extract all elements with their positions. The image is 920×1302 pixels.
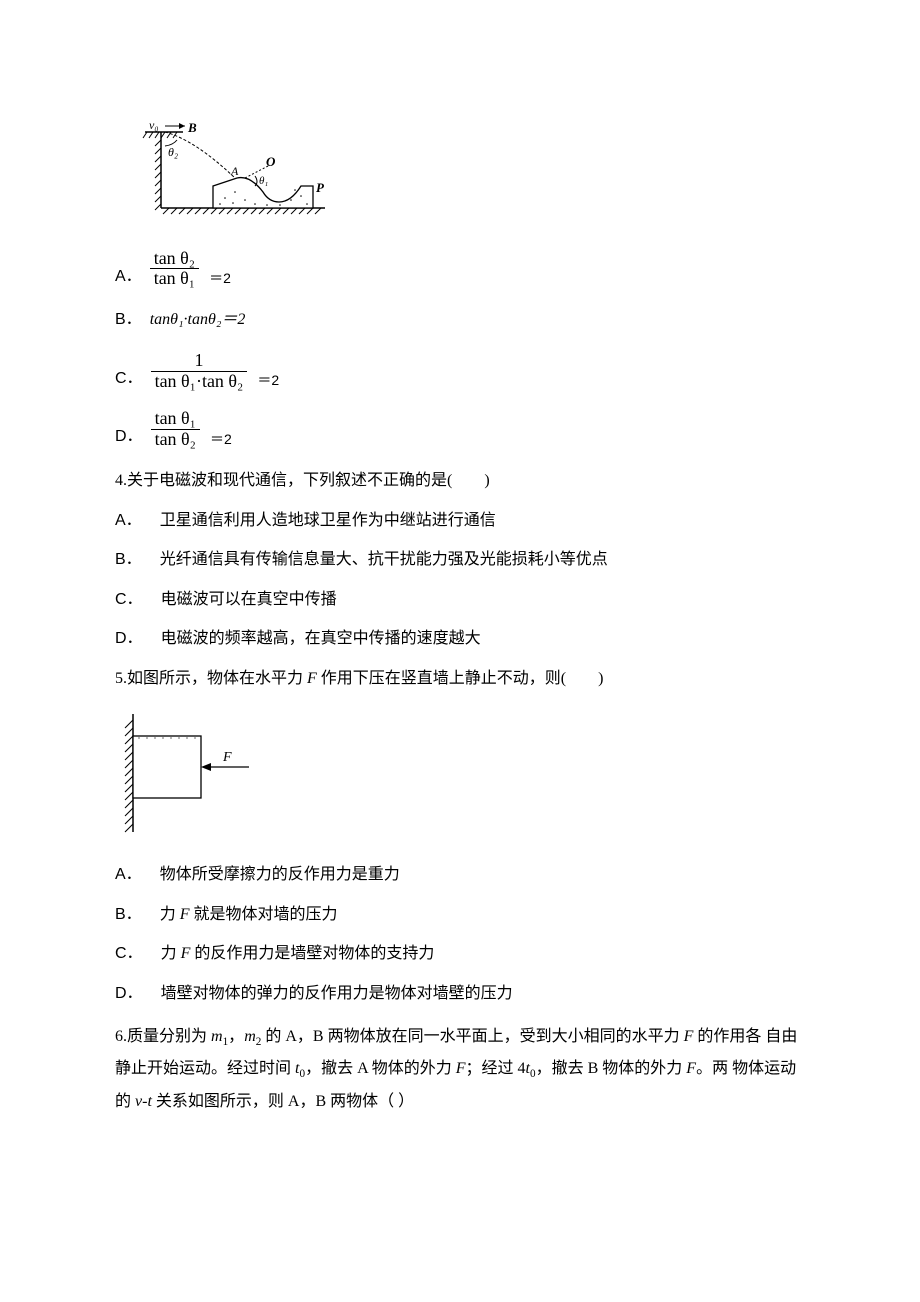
numerator: 1 bbox=[190, 351, 207, 371]
prefix: 力 bbox=[160, 906, 180, 923]
option-label: D． bbox=[115, 981, 143, 1007]
option-label: C． bbox=[115, 941, 143, 967]
denominator: tan θ₂ bbox=[151, 429, 200, 450]
fraction: tan θ₂ tan θ₁ bbox=[150, 249, 199, 290]
numerator: tan θ₁ bbox=[151, 409, 200, 429]
var-F: F bbox=[307, 670, 317, 687]
t: 6.质量分别为 bbox=[115, 1028, 211, 1045]
q4-option-c: C． 电磁波可以在真空中传播 bbox=[115, 587, 805, 613]
fig1-P-label: P bbox=[316, 180, 325, 195]
option-text: 电磁波可以在真空中传播 bbox=[161, 587, 337, 613]
t: ；经过 4 bbox=[466, 1060, 526, 1077]
option-label: D． bbox=[115, 626, 143, 652]
option-text: 物体所受摩擦力的反作用力是重力 bbox=[160, 862, 400, 888]
t: 的作用各 bbox=[693, 1028, 761, 1045]
page-content: v₀ B bbox=[0, 0, 920, 1212]
t: ，撤去 A 物体的外力 bbox=[305, 1060, 456, 1077]
t: ， bbox=[228, 1028, 244, 1045]
q5-option-d: D． 墙壁对物体的弹力的反作用力是物体对墙壁的压力 bbox=[115, 981, 805, 1007]
option-text: tanθ₁·tanθ₂＝2 bbox=[150, 307, 246, 333]
q3-option-b: B． tanθ₁·tanθ₂＝2 bbox=[115, 307, 805, 333]
option-label: B． bbox=[115, 307, 142, 333]
fig1-v0-label: v₀ bbox=[149, 120, 159, 132]
option-label: A． bbox=[115, 508, 142, 534]
var-m1: m bbox=[211, 1028, 223, 1045]
option-text: 光纤通信具有传输信息量大、抗干扰能力强及光能损耗小等优点 bbox=[160, 547, 608, 573]
t: 的 A，B 两物体放在同一水平面上，受到大小相同的水平力 bbox=[261, 1028, 683, 1045]
fig1-theta1-label: θ₁ bbox=[259, 175, 268, 187]
option-text: 力 F 的反作用力是墙壁对物体的支持力 bbox=[161, 941, 435, 967]
numerator: tan θ₂ bbox=[150, 249, 199, 269]
q3-option-c: C． 1 tan θ₁·tan θ₂ ＝2 bbox=[115, 351, 805, 392]
option-text: 墙壁对物体的弹力的反作用力是物体对墙壁的压力 bbox=[161, 981, 513, 1007]
denominator: tan θ₁ bbox=[150, 268, 199, 289]
stem-prefix: 5.如图所示，物体在水平力 bbox=[115, 670, 307, 687]
var-F: F bbox=[686, 1060, 696, 1077]
q5-stem: 5.如图所示，物体在水平力 F 作用下压在竖直墙上静止不动，则( ) bbox=[115, 666, 805, 692]
stem-suffix: 作用下压在竖直墙上静止不动，则( ) bbox=[317, 670, 604, 687]
t: 。两 bbox=[696, 1060, 728, 1077]
fig2-F-label: F bbox=[222, 750, 232, 765]
fraction: tan θ₁ tan θ₂ bbox=[151, 409, 200, 450]
t: ，撤去 B 物体的外力 bbox=[536, 1060, 687, 1077]
fig1-theta2-label: θ₂ bbox=[168, 145, 178, 159]
var-F: F bbox=[684, 1028, 694, 1045]
q6-stem: 6.质量分别为 m1，m2 的 A，B 两物体放在同一水平面上，受到大小相同的水… bbox=[115, 1021, 805, 1118]
option-label: C． bbox=[115, 587, 143, 613]
option-text: 力 F 就是物体对墙的压力 bbox=[160, 902, 338, 928]
denominator: tan θ₁·tan θ₂ bbox=[151, 371, 248, 392]
q4-option-b: B． 光纤通信具有传输信息量大、抗干扰能力强及光能损耗小等优点 bbox=[115, 547, 805, 573]
t: 关系如图所示，则 A，B 两物体（ ） bbox=[152, 1093, 414, 1110]
var-F: F bbox=[181, 945, 191, 962]
eq-suffix: ＝2 bbox=[257, 369, 279, 391]
option-label: B． bbox=[115, 547, 142, 573]
var-F: F bbox=[456, 1060, 466, 1077]
eq-suffix: ＝2 bbox=[210, 428, 232, 450]
q5-figure: F bbox=[119, 708, 805, 847]
option-label: A． bbox=[115, 862, 142, 888]
option-label: B． bbox=[115, 902, 142, 928]
eq-suffix: ＝2 bbox=[209, 267, 231, 289]
fig1-B-label: B bbox=[187, 120, 197, 135]
suffix: 的反作用力是墙壁对物体的支持力 bbox=[190, 945, 434, 962]
q5-option-b: B． 力 F 就是物体对墙的压力 bbox=[115, 902, 805, 928]
q3-figure: v₀ B bbox=[135, 120, 805, 229]
var-m2: m bbox=[244, 1028, 256, 1045]
fraction: 1 tan θ₁·tan θ₂ bbox=[151, 351, 248, 392]
q4-stem: 4.关于电磁波和现代通信，下列叙述不正确的是( ) bbox=[115, 468, 805, 494]
suffix: 就是物体对墙的压力 bbox=[189, 906, 337, 923]
option-text: 卫星通信利用人造地球卫星作为中继站进行通信 bbox=[160, 508, 496, 534]
option-label: A． bbox=[115, 264, 142, 290]
fig1-A-label: A bbox=[230, 164, 239, 178]
q5-option-a: A． 物体所受摩擦力的反作用力是重力 bbox=[115, 862, 805, 888]
option-text: 电磁波的频率越高，在真空中传播的速度越大 bbox=[161, 626, 481, 652]
q4-option-a: A． 卫星通信利用人造地球卫星作为中继站进行通信 bbox=[115, 508, 805, 534]
prefix: 力 bbox=[161, 945, 181, 962]
q4-option-d: D． 电磁波的频率越高，在真空中传播的速度越大 bbox=[115, 626, 805, 652]
q5-option-c: C． 力 F 的反作用力是墙壁对物体的支持力 bbox=[115, 941, 805, 967]
q3-option-d: D． tan θ₁ tan θ₂ ＝2 bbox=[115, 409, 805, 450]
q3-option-a: A． tan θ₂ tan θ₁ ＝2 bbox=[115, 249, 805, 290]
var-vt: v-t bbox=[135, 1093, 152, 1110]
option-label: D． bbox=[115, 424, 143, 450]
option-label: C． bbox=[115, 366, 143, 392]
